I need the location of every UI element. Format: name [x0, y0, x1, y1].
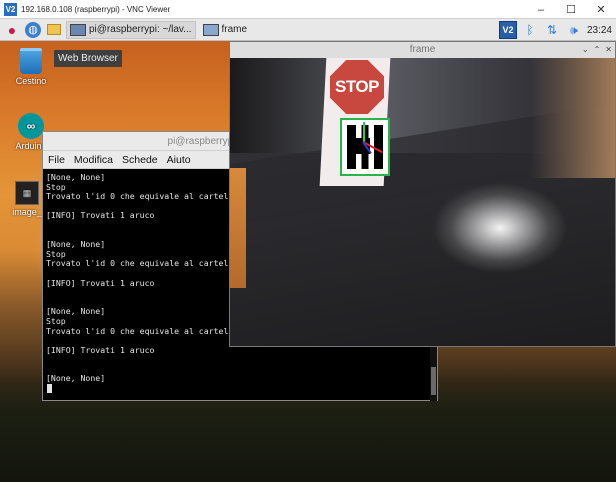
frame-title: frame [409, 44, 436, 55]
system-tray: V2 ᛒ ⇅ 🕪 23:24 [497, 19, 616, 41]
frame-title-bar[interactable]: frame ⌄ ⌃ ✕ [230, 42, 615, 58]
menu-schede[interactable]: Schede [122, 154, 158, 166]
pose-axis-y [363, 122, 365, 142]
file-manager-launcher[interactable] [45, 21, 63, 39]
taskbar-task-label: pi@raspberrypi: ~/lav... [89, 24, 192, 35]
minimize-button[interactable]: – [526, 0, 556, 19]
vnc-window-title: 192.168.0.108 (raspberrypi) - VNC Viewer [21, 4, 171, 14]
camera-warm-light [530, 58, 615, 178]
camera-feed: STOP [230, 58, 615, 346]
camera-left-light [230, 168, 246, 288]
globe-icon: ◍ [25, 21, 41, 38]
frame-window-controls: ⌄ ⌃ ✕ [577, 42, 612, 58]
network-icon[interactable]: ⇅ [541, 19, 563, 41]
taskbar-task-label: frame [221, 24, 248, 35]
taskbar-task-terminal[interactable]: pi@raspberrypi: ~/lav... [66, 20, 196, 39]
trash-icon [20, 48, 42, 74]
desktop-icon-label: Cestino [15, 76, 47, 86]
arduino-icon: ∞ [18, 113, 44, 139]
folder-icon [47, 24, 61, 35]
vnc-server-tray[interactable]: V2 [497, 19, 519, 41]
vnc-logo-icon: V2 [4, 2, 17, 16]
volume-icon[interactable]: 🕪 [563, 19, 585, 41]
clock[interactable]: 23:24 [585, 25, 616, 36]
frame-maximize-button[interactable]: ⌃ [594, 42, 601, 58]
menu-file[interactable]: File [48, 154, 65, 166]
terminal-text: [None, None] Stop Trovato l'id 0 che equ… [46, 172, 239, 384]
raspberry-menu-icon[interactable]: ● [3, 21, 21, 39]
remote-desktop: ● ◍ pi@raspberrypi: ~/lav... frame V2 ᛒ … [0, 19, 616, 482]
web-browser-tooltip: Web Browser [54, 50, 122, 67]
frame-minimize-button[interactable]: ⌄ [582, 42, 589, 58]
frame-task-icon [202, 23, 219, 36]
taskbar: ● ◍ pi@raspberrypi: ~/lav... frame V2 ᛒ … [0, 19, 616, 41]
menu-modifica[interactable]: Modifica [74, 154, 113, 166]
frame-close-button[interactable]: ✕ [605, 42, 612, 58]
stop-sign: STOP [330, 60, 384, 114]
terminal-task-icon [70, 23, 86, 36]
desktop-icon-trash[interactable]: Cestino [6, 48, 56, 86]
terminal-scroll-thumb[interactable] [431, 367, 436, 395]
web-browser-launcher[interactable]: ◍ [24, 21, 42, 39]
bluetooth-icon[interactable]: ᛒ [519, 19, 541, 41]
image-file-icon: ▦ [15, 181, 39, 205]
frame-window[interactable]: frame ⌄ ⌃ ✕ STOP [229, 41, 616, 347]
vnc-title-bar: V2 192.168.0.108 (raspberrypi) - VNC Vie… [0, 0, 616, 19]
close-button[interactable]: ✕ [586, 0, 616, 19]
menu-aiuto[interactable]: Aiuto [167, 154, 191, 166]
vnc-server-icon: V2 [498, 21, 517, 39]
taskbar-task-frame[interactable]: frame [199, 21, 252, 39]
maximize-button[interactable]: ☐ [556, 0, 586, 19]
terminal-cursor [47, 384, 52, 394]
